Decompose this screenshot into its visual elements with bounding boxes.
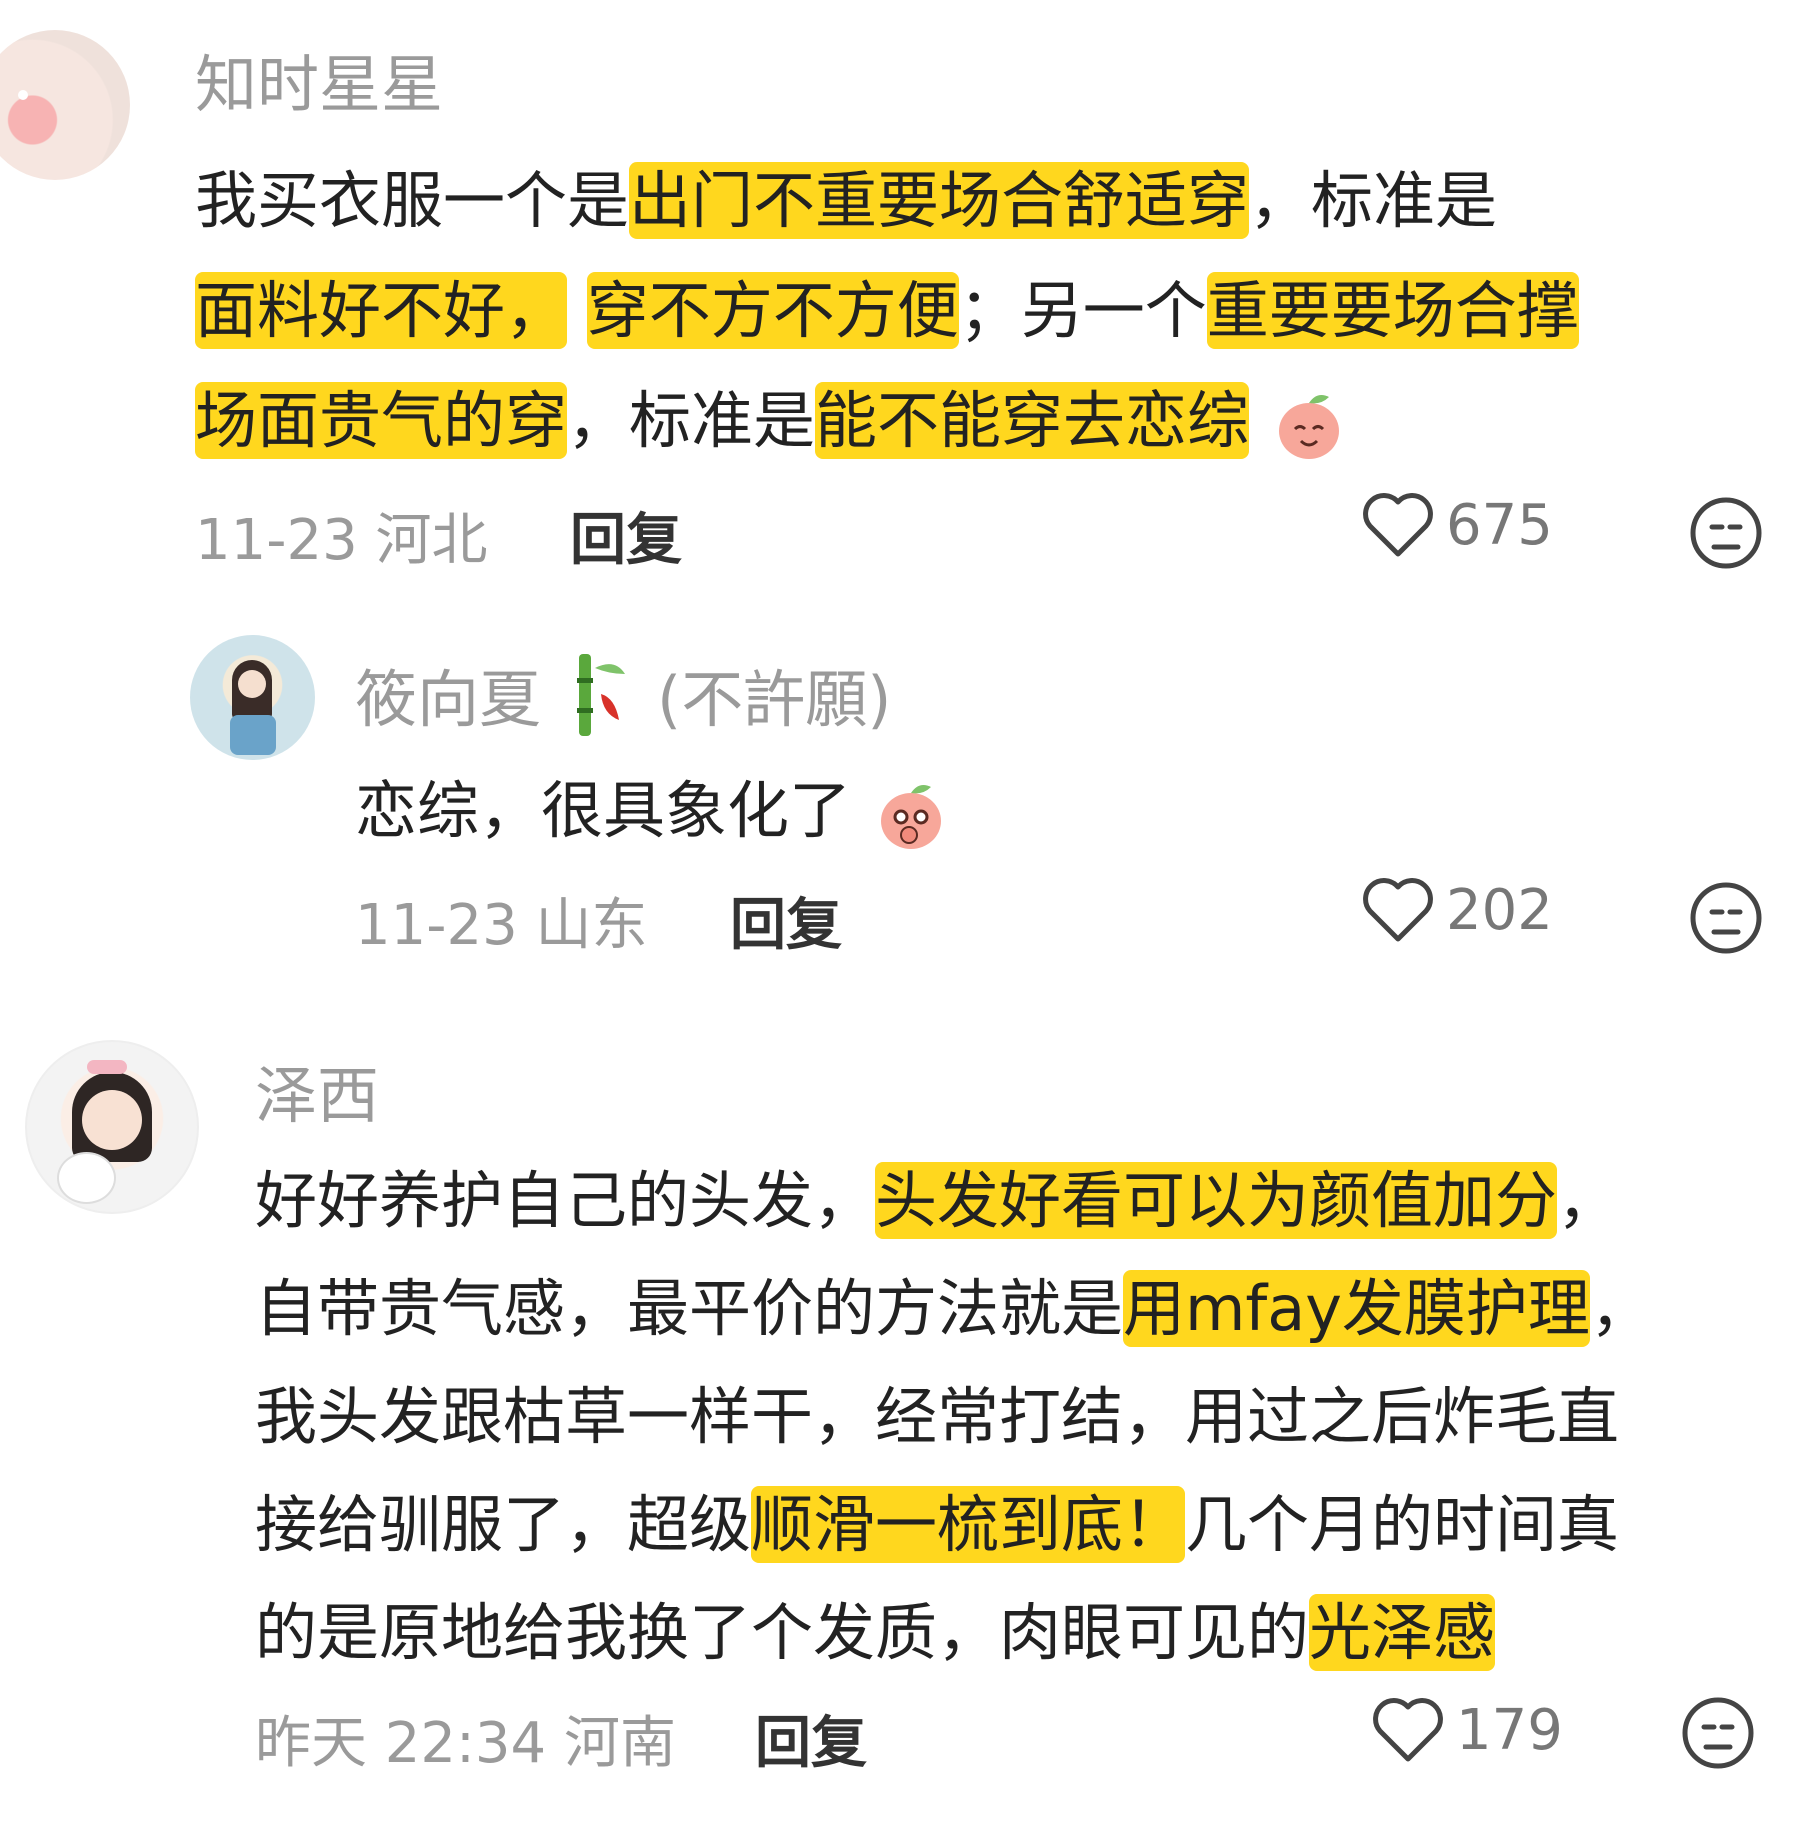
comment-text-line-2: 面料好不好， 穿不方不方便；另一个重要要场合撑 [195,260,1579,350]
dislike-face-icon[interactable] [1688,495,1764,571]
reply-button[interactable]: 回复 [755,1698,867,1779]
comment-location: 山东 [535,893,648,958]
text-segment: ，标准是 [1249,164,1498,237]
heart-icon [1363,878,1433,942]
comment-text-line-1: 好好养护自己的头发，头发好看可以为颜值加分， [255,1150,1619,1240]
highlighted-text: 重要要场合撑 [1206,272,1579,349]
highlighted-text: 出门不重要场合舒适穿 [629,162,1250,239]
heart-icon [1363,493,1433,557]
highlighted-text: 用mfay发膜护理 [1123,1270,1590,1347]
avatar[interactable] [0,30,130,180]
comment-text-line-3: 我头发跟枯草一样干，经常打结，用过之后炸毛直 [255,1366,1619,1456]
peach-emoji [1278,394,1339,459]
highlighted-text: 能不能穿去恋综 [815,382,1250,459]
dislike-face-icon[interactable] [1680,1695,1756,1771]
text-segment: ， [1557,1164,1620,1237]
like-button[interactable]: 179 [1370,1695,1563,1765]
comment-text: 恋综，很具象化了 [355,760,951,855]
reply-button[interactable]: 回复 [730,880,842,961]
highlighted-text: 光泽感 [1309,1594,1496,1671]
username-text: 筱向夏 [355,663,542,736]
username[interactable]: 知时星星 [195,34,443,124]
heart-icon [1373,1698,1443,1762]
peach-emoji [880,784,941,849]
like-button[interactable]: 675 [1360,490,1553,560]
text-segment: ，标准是 [567,384,816,457]
text-segment: 好好养护自己的头发， [255,1164,876,1237]
text-segment: 自带贵气感，最平价的方法就是 [255,1272,1124,1345]
text-segment: 我头发跟枯草一样干，经常打结，用过之后炸毛直 [255,1380,1620,1453]
avatar[interactable] [25,1040,199,1214]
comment-location: 河南 [564,1711,676,1776]
comment-meta: 11-23 河北 [195,495,488,576]
like-button[interactable]: 202 [1360,875,1553,945]
username[interactable]: 泽西 [255,1045,379,1135]
text-segment: 我买衣服一个是 [195,164,630,237]
text-segment [567,274,587,347]
text-segment: ；另一个 [958,274,1207,347]
highlighted-text: 场面贵气的穿 [195,382,568,459]
text-segment: 的是原地给我换了个发质，肉眼可见的 [255,1596,1310,1669]
username-suffix: (不許願) [657,663,892,736]
dislike-face-icon[interactable] [1688,880,1764,956]
text-segment: 几个月的时间真 [1185,1488,1620,1561]
comment-date: 11-23 [195,508,358,573]
text-segment: 接给驯服了，超级 [255,1488,752,1561]
comment-text-line-2: 自带贵气感，最平价的方法就是用mfay发膜护理， [255,1258,1652,1348]
comment-meta: 昨天 22:34 河南 [255,1698,676,1779]
comment-text-line-4: 接给驯服了，超级顺滑一梳到底！几个月的时间真 [255,1474,1619,1564]
highlighted-text: 头发好看可以为颜值加分 [875,1162,1558,1239]
text-segment: ， [1589,1272,1652,1345]
like-count: 675 [1446,492,1553,558]
comment-text-line-1: 我买衣服一个是出门不重要场合舒适穿，标准是 [195,150,1497,240]
username[interactable]: 筱向夏 (不許願) [355,648,891,740]
like-count: 202 [1446,877,1553,943]
comment-text-line-5: 的是原地给我换了个发质，肉眼可见的光泽感 [255,1582,1496,1672]
highlighted-text: 顺滑一梳到底！ [751,1486,1186,1563]
highlighted-text: 穿不方不方便 [586,272,959,349]
comment-text-line-3: 场面贵气的穿，标准是能不能穿去恋综 [195,370,1349,465]
avatar[interactable] [190,635,315,760]
comment-date: 昨天 22:34 [255,1711,547,1776]
comment-location: 河北 [375,508,488,573]
highlighted-text: 面料好不好， [195,272,568,349]
like-count: 179 [1456,1697,1563,1763]
comment-meta: 11-23 山东 [355,880,648,961]
text-segment: 恋综，很具象化了 [355,774,852,847]
reply-button[interactable]: 回复 [570,495,682,576]
comment-date: 11-23 [355,893,518,958]
bamboo-badge-icon [577,654,626,736]
